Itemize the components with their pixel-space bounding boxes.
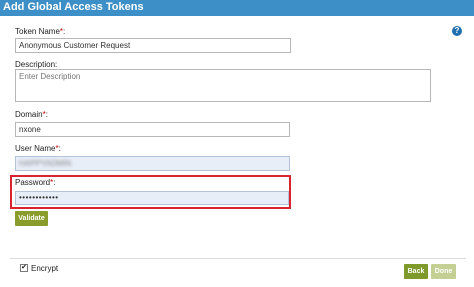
- token-name-input[interactable]: Anonymous Customer Request: [15, 38, 291, 53]
- dialog-title: Add Global Access Tokens: [3, 1, 144, 13]
- description-textarea[interactable]: Enter Description: [15, 69, 431, 102]
- password-label: Password*:: [15, 178, 56, 187]
- password-input[interactable]: ••••••••••••: [15, 191, 289, 205]
- domain-label: Domain*:: [15, 110, 48, 119]
- user-name-value: HAPPYADMIN: [19, 159, 72, 168]
- done-button[interactable]: Done: [431, 264, 456, 279]
- domain-input[interactable]: nxone: [15, 122, 290, 137]
- dialog-titlebar: Add Global Access Tokens: [0, 0, 474, 16]
- footer-divider: [10, 258, 466, 259]
- encrypt-label: Encrypt: [31, 264, 59, 273]
- user-name-input[interactable]: HAPPYADMIN: [15, 156, 290, 171]
- user-name-label: User Name*:: [15, 144, 61, 153]
- validate-button[interactable]: Validate: [15, 211, 48, 226]
- back-button[interactable]: Back: [404, 264, 428, 279]
- encrypt-checkbox[interactable]: ✔: [20, 264, 28, 272]
- help-icon[interactable]: ?: [452, 26, 462, 36]
- token-name-label: Token Name*:: [15, 27, 66, 36]
